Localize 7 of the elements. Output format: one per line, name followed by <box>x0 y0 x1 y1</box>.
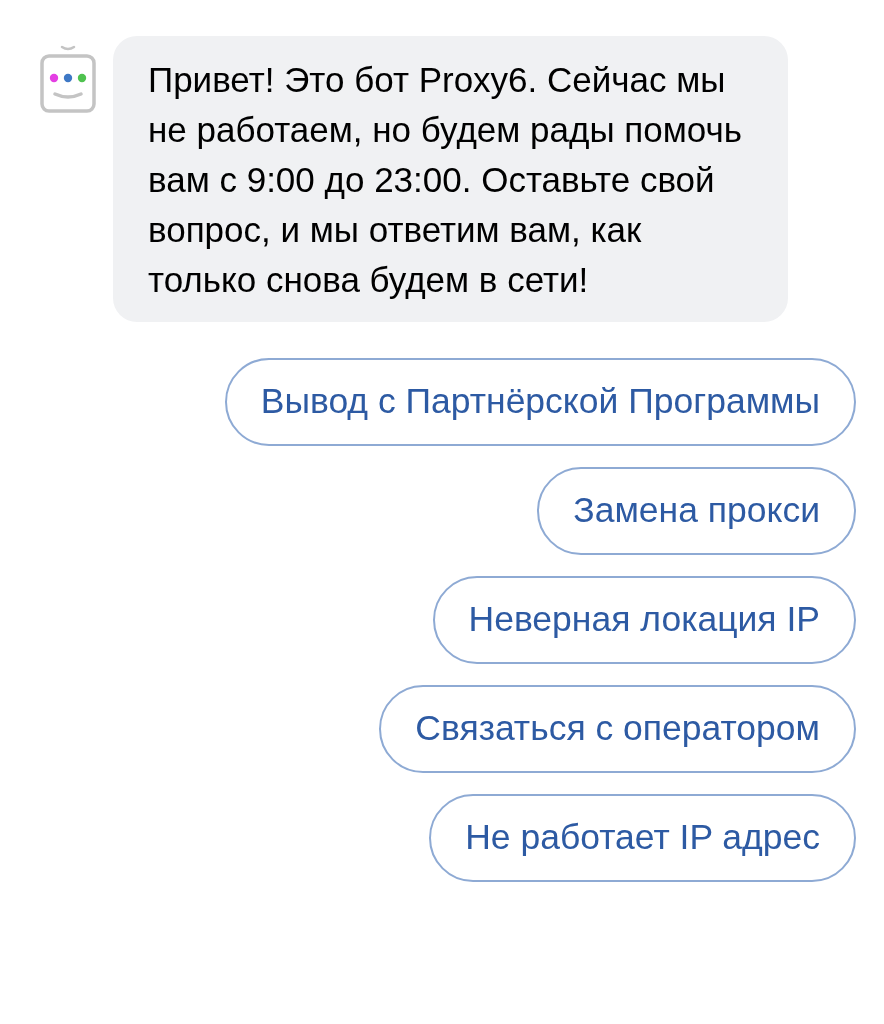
quick-reply-button[interactable]: Вывод с Партнёрской Программы <box>224 358 856 446</box>
quick-reply-button[interactable]: Не работает IP адрес <box>429 794 856 882</box>
quick-reply-button[interactable]: Неверная локация IP <box>432 576 856 664</box>
quick-reply-button[interactable]: Замена прокси <box>537 467 856 555</box>
bot-message: Привет! Это бот Proxy6. Сейчас мы не работаем, но будем рады помочь вам с 9:00 до 23:00. Оставьте свой вопрос, и мы ответим вам, как только снова будем в сети! <box>113 36 788 322</box>
bot-avatar-icon <box>40 45 96 113</box>
quick-reply-button[interactable]: Связаться с оператором <box>379 685 856 773</box>
